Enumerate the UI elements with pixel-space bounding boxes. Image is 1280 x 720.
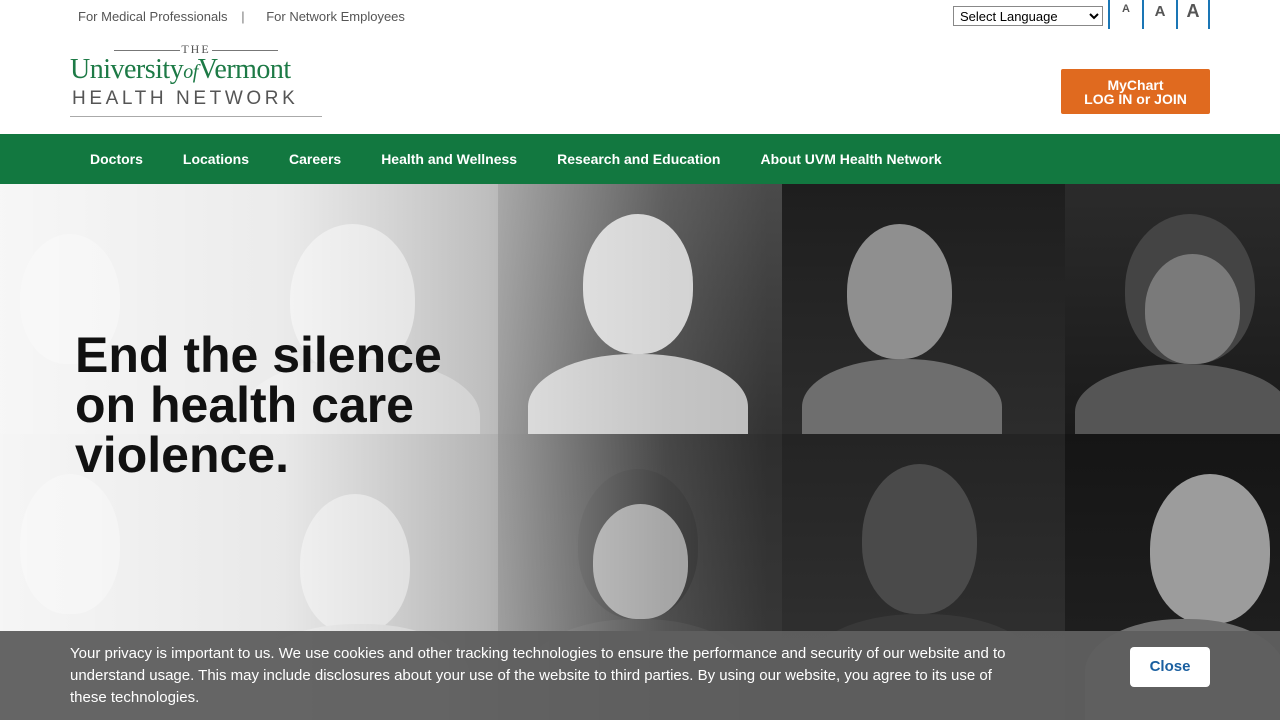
medical-professionals-link[interactable]: For Medical Professionals <box>78 9 228 24</box>
font-size-small-button[interactable]: A <box>1108 0 1142 29</box>
cookie-message: Your privacy is important to us. We use … <box>70 645 1006 706</box>
network-employees-link[interactable]: For Network Employees <box>266 9 405 24</box>
main-nav: Doctors Locations Careers Health and Wel… <box>0 134 1280 184</box>
logo-of: of <box>183 61 198 83</box>
font-size-controls: A A A <box>1108 0 1210 29</box>
font-size-medium-button[interactable]: A <box>1142 0 1176 29</box>
nav-item-locations[interactable]: Locations <box>183 151 249 167</box>
uvm-health-network-logo[interactable]: THE UniversityofVermont HEALTH NETWORK <box>70 42 328 120</box>
font-size-large-button[interactable]: A <box>1176 0 1210 29</box>
nav-item-about[interactable]: About UVM Health Network <box>760 151 941 167</box>
logo-university-of-vermont: UniversityofVermont <box>70 54 291 86</box>
mychart-login-button[interactable]: MyChart LOG IN or JOIN <box>1061 69 1210 114</box>
nav-item-health-and-wellness[interactable]: Health and Wellness <box>381 151 517 167</box>
logo-rule-right <box>212 50 278 51</box>
logo-vermont: Vermont <box>197 54 291 85</box>
logo-rule-bottom <box>70 116 322 117</box>
cookie-banner: Your privacy is important to us. We use … <box>0 631 1280 720</box>
nav-item-doctors[interactable]: Doctors <box>90 151 143 167</box>
logo-university: University <box>70 54 184 85</box>
language-select[interactable]: Select Language <box>953 6 1103 26</box>
mychart-login-label: LOG IN or JOIN <box>1084 91 1187 107</box>
logo-health-network: HEALTH NETWORK <box>72 88 299 109</box>
hero-title: End the silence on health care violence. <box>75 327 442 483</box>
utility-bar: For Medical Professionals | For Network … <box>0 0 1280 34</box>
cookie-close-button[interactable]: Close <box>1130 647 1210 687</box>
nav-item-careers[interactable]: Careers <box>289 151 341 167</box>
utility-separator: | <box>241 9 245 24</box>
nav-item-research-and-education[interactable]: Research and Education <box>557 151 720 167</box>
utility-links: For Medical Professionals | For Network … <box>78 9 405 24</box>
mychart-label: MyChart <box>1107 77 1164 93</box>
